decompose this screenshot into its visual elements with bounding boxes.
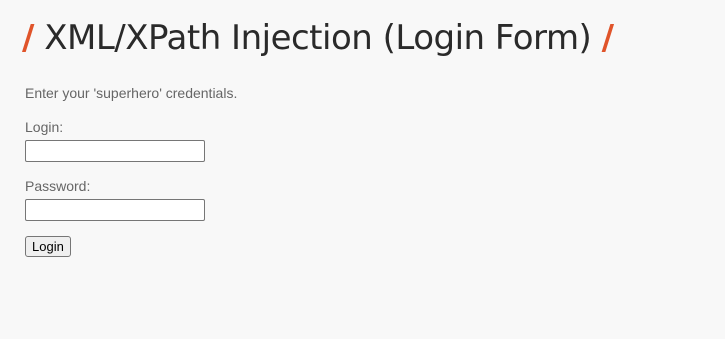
password-label: Password:	[25, 178, 91, 194]
page-title: / XML/XPath Injection (Login Form) /	[22, 18, 614, 58]
login-label: Login:	[25, 119, 64, 135]
page-title-text: XML/XPath Injection (Login Form)	[44, 18, 592, 58]
intro-text: Enter your 'superhero' credentials.	[25, 85, 238, 101]
login-button[interactable]: Login	[25, 236, 71, 257]
password-input[interactable]	[25, 199, 205, 221]
title-slash-left: /	[22, 18, 34, 58]
title-slash-right: /	[601, 18, 614, 58]
login-input[interactable]	[25, 140, 205, 162]
